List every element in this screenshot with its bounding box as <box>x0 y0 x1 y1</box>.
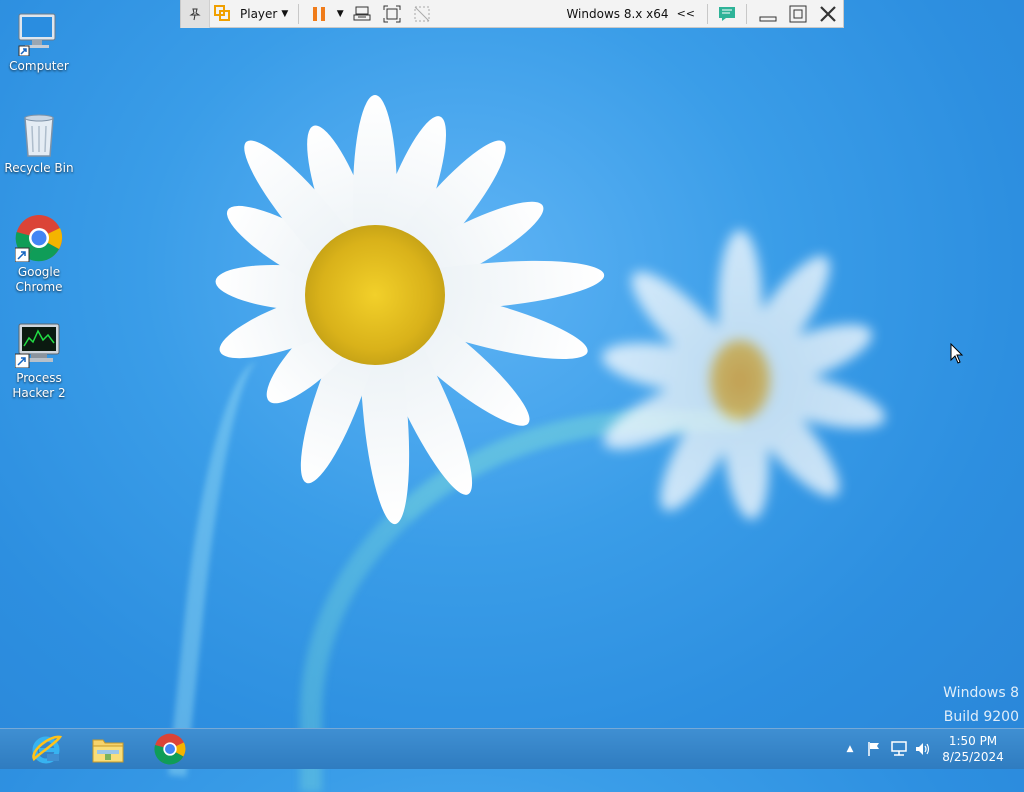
process-hacker-icon <box>14 320 63 369</box>
taskbar-app-file-explorer[interactable] <box>80 729 136 769</box>
desktop-icon-google-chrome[interactable]: Google Chrome <box>2 214 76 295</box>
toolbar-separator <box>746 3 747 24</box>
player-menu-label: Player <box>240 6 278 21</box>
taskbar-app-internet-explorer[interactable] <box>18 729 74 769</box>
toolbar-separator <box>298 3 300 24</box>
vm-logo-icon <box>210 0 236 28</box>
wallpaper <box>0 0 1024 792</box>
message-icon <box>719 6 735 21</box>
desktop-icon-computer[interactable]: Computer <box>2 8 76 74</box>
player-menu-button[interactable]: Player ▼ <box>236 0 292 28</box>
desktop-icon-label: Process Hacker 2 <box>12 371 66 400</box>
minimize-icon <box>759 16 777 21</box>
desktop-icon-label: Recycle Bin <box>4 161 74 175</box>
close-button[interactable] <box>813 0 843 28</box>
minimize-button[interactable] <box>753 0 783 28</box>
fullscreen-icon <box>383 5 401 22</box>
pause-menu-button[interactable]: ▼ <box>333 0 347 28</box>
watermark-line2: Build 9200 <box>943 709 1019 725</box>
mouse-cursor-icon <box>950 343 964 364</box>
close-icon <box>820 5 836 22</box>
vm-name: Windows 8.x x64 <box>566 6 669 21</box>
show-hidden-icons-chevron[interactable]: ▲ <box>842 729 858 769</box>
desktop-icon-label: Computer <box>9 59 69 73</box>
recycle-bin-icon <box>15 110 63 158</box>
taskbar: ▲ 1:50 PM 8/25/2024 <box>0 728 1024 769</box>
desktop-icon-recycle-bin[interactable]: Recycle Bin <box>2 110 76 176</box>
system-clock[interactable]: 1:50 PM 8/25/2024 <box>938 733 1008 765</box>
computer-icon <box>15 8 63 57</box>
windows-watermark: Windows 8 Build 9200 <box>943 684 1019 726</box>
chevron-down-icon: ▼ <box>336 8 344 19</box>
send-ctrl-alt-del-icon <box>353 6 371 20</box>
unity-button[interactable] <box>407 0 437 28</box>
clock-time: 1:50 PM <box>948 734 998 748</box>
ie-icon <box>32 735 62 764</box>
unity-icon <box>414 6 430 21</box>
toolbar-separator <box>707 3 708 24</box>
vm-toolbar: Player ▼ ▼ Windows 8.x x64 << <box>180 0 844 28</box>
action-center-flag-icon[interactable] <box>864 729 884 769</box>
pause-button[interactable] <box>305 0 333 28</box>
collapse-toolbar-button[interactable]: << <box>677 7 695 20</box>
restore-button[interactable] <box>783 0 813 28</box>
restore-icon <box>789 5 807 22</box>
clock-date: 8/25/2024 <box>942 750 1004 764</box>
fullscreen-button[interactable] <box>377 0 407 28</box>
chevron-down-icon: ▼ <box>281 8 289 19</box>
watermark-line1: Windows 8 <box>943 685 1019 701</box>
send-ctrl-alt-del-button[interactable] <box>347 0 377 28</box>
network-icon[interactable] <box>888 729 910 769</box>
message-button[interactable] <box>714 0 740 28</box>
chrome-icon <box>154 733 186 765</box>
volume-icon[interactable] <box>912 729 934 769</box>
pause-icon <box>313 6 326 21</box>
desktop-icon-label: Google Chrome <box>15 265 63 294</box>
chrome-icon <box>14 214 63 263</box>
file-explorer-icon <box>92 739 124 763</box>
pin-icon[interactable] <box>181 0 210 28</box>
wallpaper-stem <box>168 357 290 783</box>
desktop-icon-process-hacker[interactable]: Process Hacker 2 <box>2 320 76 401</box>
taskbar-app-google-chrome[interactable] <box>142 729 198 769</box>
